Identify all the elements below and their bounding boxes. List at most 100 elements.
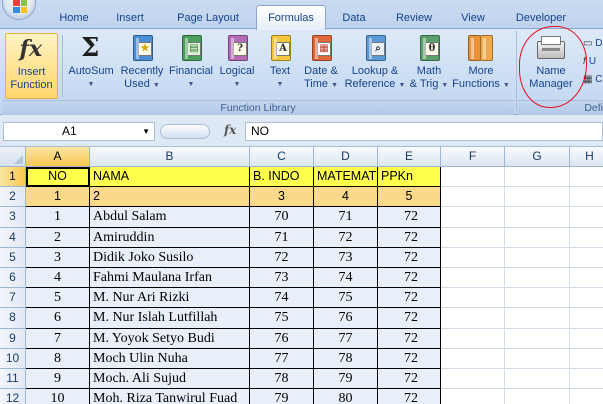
row-header-12[interactable]: 12 [0, 389, 26, 404]
cell-e6[interactable]: 72 [378, 268, 441, 289]
cell-d12[interactable]: 80 [314, 389, 378, 404]
cell-e8[interactable]: 72 [378, 308, 441, 329]
cell-h6[interactable] [570, 268, 603, 289]
column-header-f[interactable]: F [441, 147, 505, 167]
cell-g4[interactable] [505, 227, 570, 248]
row-header-9[interactable]: 9 [0, 328, 26, 349]
cell-c7[interactable]: 74 [250, 288, 314, 309]
name-box[interactable]: A1 ▼ [3, 122, 155, 141]
cell-e2[interactable]: 5 [378, 187, 441, 208]
cell-c8[interactable]: 75 [250, 308, 314, 329]
cell-f6[interactable] [441, 268, 505, 289]
cell-c1[interactable]: B. INDO [250, 167, 314, 188]
cell-f5[interactable] [441, 247, 505, 268]
cell-a7[interactable]: 5 [26, 288, 90, 309]
cell-d7[interactable]: 75 [314, 288, 378, 309]
cell-a6[interactable]: 4 [26, 268, 90, 289]
cell-f8[interactable] [441, 308, 505, 329]
tab-view[interactable]: View [452, 8, 494, 29]
lookup-reference-button[interactable]: ⌕ Lookup & Reference ▼ [344, 33, 406, 99]
cell-e3[interactable]: 72 [378, 207, 441, 228]
tab-home[interactable]: Home [50, 8, 98, 29]
recently-used-button[interactable]: ★ Recently Used ▼ [118, 33, 166, 99]
cell-b11[interactable]: Moch. Ali Sujud [90, 369, 250, 390]
cell-a8[interactable]: 6 [26, 308, 90, 329]
row-header-5[interactable]: 5 [0, 247, 26, 268]
more-functions-button[interactable]: More Functions ▼ [452, 33, 510, 99]
cell-e11[interactable]: 72 [378, 369, 441, 390]
cell-h2[interactable] [570, 187, 603, 208]
tab-page-layout[interactable]: Page Layout [168, 8, 248, 29]
logical-button[interactable]: ? Logical ▼ [216, 33, 258, 99]
tab-developer[interactable]: Developer [508, 8, 574, 29]
cell-g2[interactable] [505, 187, 570, 208]
cell-a5[interactable]: 3 [26, 247, 90, 268]
cell-d4[interactable]: 72 [314, 227, 378, 248]
cell-h12[interactable] [570, 389, 603, 404]
cell-e7[interactable]: 72 [378, 288, 441, 309]
tab-review[interactable]: Review [388, 8, 440, 29]
cell-f10[interactable] [441, 348, 505, 369]
cell-b8[interactable]: M. Nur Islah Lutfillah [90, 308, 250, 329]
cell-g11[interactable] [505, 369, 570, 390]
row-header-4[interactable]: 4 [0, 227, 26, 248]
cell-d1[interactable]: MATEMATIKA [314, 167, 378, 188]
date-time-button[interactable]: ▦ Date & Time ▼ [300, 33, 342, 99]
cell-d3[interactable]: 71 [314, 207, 378, 228]
formula-bar-splitter[interactable] [160, 124, 210, 139]
cell-h10[interactable] [570, 349, 603, 369]
column-header-d[interactable]: D [314, 147, 378, 167]
cell-g12[interactable] [505, 389, 570, 404]
column-header-g[interactable]: G [505, 147, 570, 167]
cell-b3[interactable]: Abdul Salam [90, 207, 250, 228]
cell-d10[interactable]: 78 [314, 348, 378, 369]
math-trig-button[interactable]: θ Math & Trig ▼ [408, 33, 450, 99]
cell-e12[interactable]: 72 [378, 389, 441, 404]
cell-g9[interactable] [505, 328, 570, 349]
cell-g6[interactable] [505, 268, 570, 289]
cell-b2[interactable]: 2 [90, 187, 250, 208]
cell-a9[interactable]: 7 [26, 328, 90, 349]
cell-e1[interactable]: PPKn [378, 167, 441, 188]
cell-c6[interactable]: 73 [250, 268, 314, 289]
cell-f9[interactable] [441, 328, 505, 349]
column-header-e[interactable]: E [378, 147, 441, 167]
insert-function-fx-icon[interactable]: fx [224, 123, 236, 137]
row-header-7[interactable]: 7 [0, 288, 26, 309]
cell-b1[interactable]: NAMA [90, 167, 250, 188]
cell-a4[interactable]: 2 [26, 227, 90, 248]
row-header-6[interactable]: 6 [0, 268, 26, 289]
insert-function-button[interactable]: fx Insert Function [5, 33, 58, 99]
cell-d6[interactable]: 74 [314, 268, 378, 289]
cell-h3[interactable] [570, 207, 603, 228]
column-header-h[interactable]: H [570, 147, 603, 167]
cell-e9[interactable]: 72 [378, 328, 441, 349]
cell-h11[interactable] [570, 369, 603, 390]
tab-data[interactable]: Data [332, 8, 376, 29]
cell-c5[interactable]: 72 [250, 247, 314, 268]
cell-g3[interactable] [505, 207, 570, 228]
cell-h7[interactable] [570, 288, 603, 309]
tab-formulas[interactable]: Formulas [256, 5, 326, 30]
cell-b9[interactable]: M. Yoyok Setyo Budi [90, 328, 250, 349]
cell-h4[interactable] [570, 228, 603, 248]
cell-c2[interactable]: 3 [250, 187, 314, 208]
cell-c3[interactable]: 70 [250, 207, 314, 228]
column-header-c[interactable]: C [250, 147, 314, 167]
cell-c4[interactable]: 71 [250, 227, 314, 248]
row-header-11[interactable]: 11 [0, 369, 26, 390]
cell-h5[interactable] [570, 248, 603, 268]
cell-d8[interactable]: 76 [314, 308, 378, 329]
cell-g8[interactable] [505, 308, 570, 329]
autosum-button[interactable]: Σ AutoSum ▼ [66, 33, 116, 99]
tab-insert[interactable]: Insert [104, 8, 156, 29]
cell-e4[interactable]: 72 [378, 227, 441, 248]
cell-g10[interactable] [505, 348, 570, 369]
row-header-1[interactable]: 1 [0, 167, 26, 188]
cell-h8[interactable] [570, 308, 603, 329]
cell-e10[interactable]: 72 [378, 348, 441, 369]
cell-d11[interactable]: 79 [314, 369, 378, 390]
define-name-button[interactable]: ▭ D [583, 35, 603, 53]
cell-f1[interactable] [441, 167, 505, 188]
cell-a12[interactable]: 10 [26, 389, 90, 404]
